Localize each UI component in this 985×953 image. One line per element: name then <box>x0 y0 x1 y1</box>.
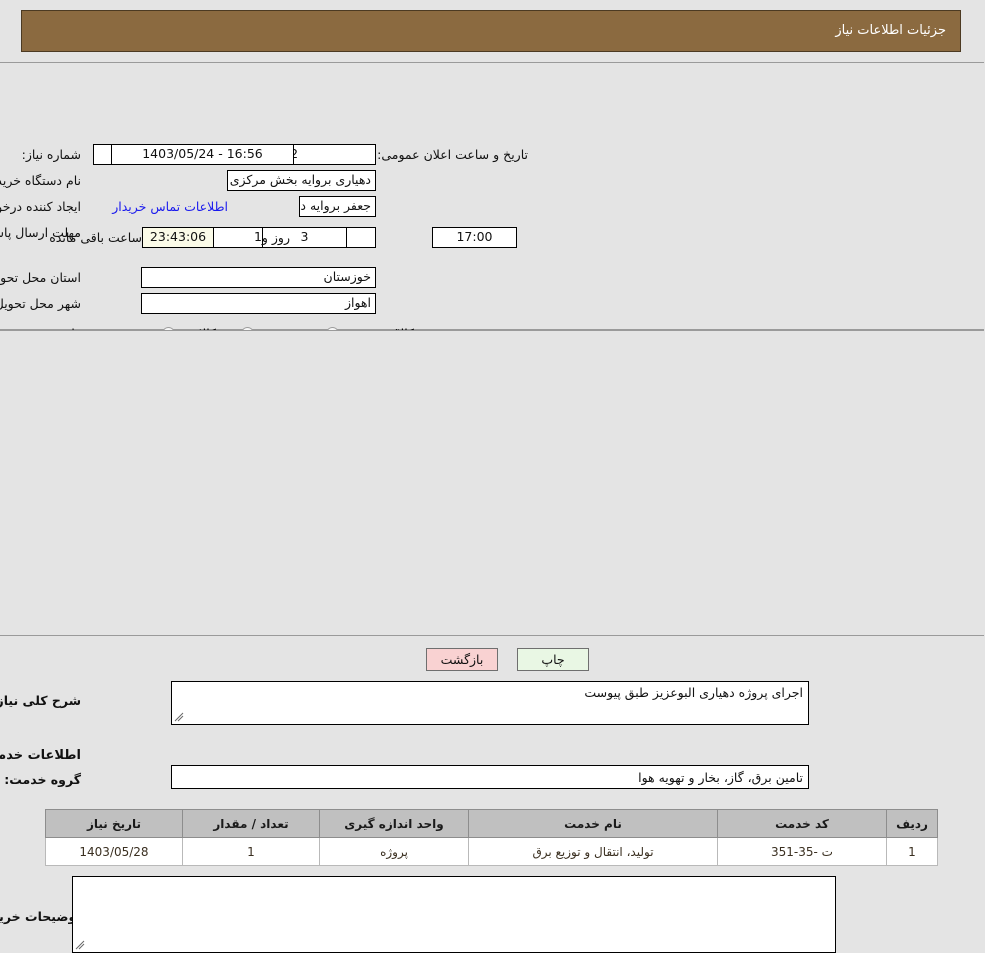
summary-panel: شماره نیاز: 1103095417000002 تاریخ و ساع… <box>0 62 985 378</box>
table-header-row: ردیف کد خدمت نام خدمت واحد اندازه گیری ت… <box>46 809 939 838</box>
cell-radif: 1 <box>887 837 939 866</box>
remaining-time-label: ساعت باقی مانده <box>50 230 143 245</box>
announce-datetime-label: تاریخ و ساعت اعلان عمومی: <box>378 147 529 162</box>
page-root: AnaTender.net جزئیات اطلاعات نیاز شماره … <box>0 0 985 953</box>
th-date: تاریخ نیاز <box>46 809 184 838</box>
th-code: کد خدمت <box>718 809 888 838</box>
cell-qty: 1 <box>183 837 321 866</box>
remaining-days-label: روز و <box>263 230 291 245</box>
service-group-value: تامین برق، گاز، بخار و تهویه هوا <box>172 765 810 789</box>
th-radif: ردیف <box>887 809 939 838</box>
cell-name: تولید، انتقال و توزیع برق <box>469 837 719 866</box>
th-qty: تعداد / مقدار <box>183 809 321 838</box>
cell-code: ت -35-351 <box>718 837 888 866</box>
cell-date: 1403/05/28 <box>46 837 184 866</box>
services-section-heading: اطلاعات خدمات مورد نیاز <box>0 748 82 763</box>
cell-unit: پروژه <box>320 837 470 866</box>
window-title-bar: جزئیات اطلاعات نیاز <box>22 10 962 52</box>
details-panel: شرح کلی نیاز: اجرای پروژه دهیاری البوعزی… <box>0 330 985 953</box>
services-table: ردیف کد خدمت نام خدمت واحد اندازه گیری ت… <box>46 809 939 866</box>
buyer-notes-label: توضیحات خریدار: <box>0 909 82 924</box>
service-group-label: گروه خدمت: <box>5 772 82 787</box>
buyer-notes-textarea[interactable] <box>73 876 837 953</box>
buyer-contact-link[interactable]: اطلاعات تماس خریدار <box>113 199 229 214</box>
table-row: 1 ت -35-351 تولید، انتقال و توزیع برق پر… <box>46 837 939 866</box>
need-description-textarea[interactable]: اجرای پروژه دهیاری البوعزیز طبق پیوست <box>172 681 810 725</box>
province-value: خوزستان <box>142 267 377 288</box>
buyer-org-label: نام دستگاه خریدار: <box>0 173 82 188</box>
back-button[interactable]: بازگشت <box>427 648 499 671</box>
deadline-hour-value: 17:00 <box>433 227 518 248</box>
city-label: شهر محل تحویل: <box>0 296 82 311</box>
remaining-time-value: 23:43:06 <box>143 227 215 248</box>
page-title: جزئیات اطلاعات نیاز <box>836 23 947 38</box>
announce-datetime-value: 16:56 - 1403/05/24 <box>112 144 295 165</box>
th-unit: واحد اندازه گیری <box>320 809 470 838</box>
need-number-label: شماره نیاز: <box>22 147 82 162</box>
creator-value: جعفر بروایه دهیار دهیاری بروایه بخش مرکز… <box>300 196 377 217</box>
creator-label: ایجاد کننده درخواست: <box>0 199 82 214</box>
need-description-label: شرح کلی نیاز: <box>0 693 82 708</box>
th-name: نام خدمت <box>469 809 719 838</box>
buyer-org-value: دهیاری بروایه بخش مرکزی شهرستان اهواز <box>228 170 377 191</box>
city-value: اهواز <box>142 293 377 314</box>
province-label: استان محل تحویل: <box>0 270 82 285</box>
print-button[interactable]: چاپ <box>518 648 590 671</box>
